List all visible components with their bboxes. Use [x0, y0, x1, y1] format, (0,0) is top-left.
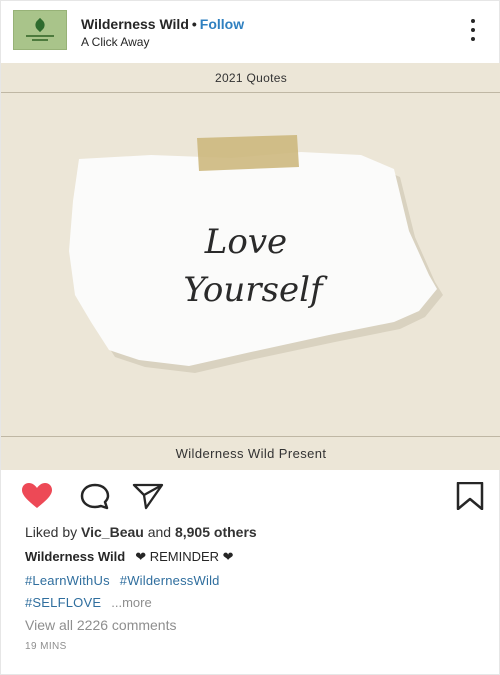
post-header: Wilderness Wild • Follow A Click Away [1, 1, 500, 63]
location-subtitle[interactable]: A Click Away [81, 35, 149, 49]
hashtags-line-2: #SELFLOVE ...more [25, 595, 152, 610]
image-bottom-label: Wilderness Wild Present [175, 446, 327, 461]
caption-text: ❤ REMINDER ❤ [135, 549, 234, 564]
timestamp: 19 MINS [25, 641, 67, 652]
hashtag-wildernesswild[interactable]: #WildernessWild [120, 573, 220, 588]
view-all-comments-link[interactable]: View all 2226 comments [25, 617, 176, 633]
post-image[interactable]: 2021 Quotes Love Yourself Wilderness Wil… [1, 63, 500, 470]
tape-icon [197, 135, 299, 171]
more-options-icon[interactable] [463, 19, 483, 41]
username-link[interactable]: Wilderness Wild [81, 16, 189, 32]
hashtags-line-1: #LearnWithUs #WildernessWild [25, 573, 230, 588]
likes-middle: and [147, 524, 172, 540]
leaf-logo-icon [32, 17, 48, 32]
heart-icon[interactable] [21, 482, 53, 510]
avatar[interactable] [13, 10, 67, 50]
header-user-line: Wilderness Wild • Follow [81, 16, 244, 32]
likes-count-link[interactable]: 8,905 others [175, 524, 257, 540]
quote-text-line-2: Yourself [183, 270, 328, 310]
more-link[interactable]: ...more [111, 595, 151, 610]
instagram-post: Wilderness Wild • Follow A Click Away 2021… [0, 0, 500, 675]
liked-by-user-link[interactable]: Vic_Beau [81, 524, 144, 540]
follow-button[interactable]: Follow [200, 16, 244, 32]
caption-username[interactable]: Wilderness Wild [25, 549, 125, 564]
quote-text-line-1: Love [204, 222, 287, 262]
bookmark-icon[interactable] [454, 482, 486, 510]
separator-dot: • [191, 16, 197, 32]
action-bar [1, 470, 500, 520]
likes-line: Liked by Vic_Beau and 8,905 others [25, 524, 257, 540]
comment-icon[interactable] [79, 482, 111, 510]
hashtag-selflove[interactable]: #SELFLOVE [25, 595, 101, 610]
torn-paper-quote-graphic: Love Yourself [69, 135, 443, 373]
paper-plane-icon[interactable] [132, 482, 164, 510]
image-bottom-band: Wilderness Wild Present [1, 436, 500, 470]
hashtag-learnwithus[interactable]: #LearnWithUs [25, 573, 110, 588]
caption: Wilderness Wild ❤ REMINDER ❤ [25, 549, 234, 565]
likes-prefix: Liked by [25, 524, 78, 540]
